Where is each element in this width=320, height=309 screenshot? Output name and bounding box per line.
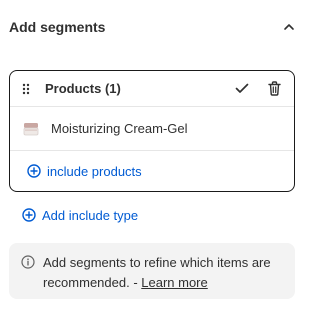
segment-card-header: Products (1) [10,71,294,107]
checkmark-icon[interactable] [234,81,250,97]
plus-circle-icon [27,164,41,178]
include-products-label: include products [47,163,142,179]
add-include-type-label: Add include type [42,207,139,223]
segment-card: Products (1) Moisturizing Cream-Gel incl… [9,70,295,192]
add-segments-panel: Add segments Products (1) Moisturizing C… [0,0,306,309]
info-banner: Add segments to refine which items are r… [9,243,295,299]
info-text: Add segments to refine which items are r… [43,253,283,293]
product-thumbnail [22,120,40,138]
plus-circle-icon [22,208,36,222]
section-title: Add segments [9,19,106,35]
info-icon [21,255,35,269]
trash-icon[interactable] [266,81,282,97]
segment-actions [234,81,282,97]
drag-handle-icon[interactable] [22,82,32,96]
include-products-link[interactable]: include products [10,151,294,191]
learn-more-link[interactable]: Learn more [141,275,207,290]
add-include-type-button[interactable]: Add include type [22,205,138,225]
product-name[interactable]: Moisturizing Cream-Gel [51,121,188,136]
product-row: Moisturizing Cream-Gel [10,107,294,151]
section-header: Add segments [9,16,297,38]
segment-title: Products (1) [45,81,121,96]
chevron-up-icon[interactable] [281,19,297,35]
